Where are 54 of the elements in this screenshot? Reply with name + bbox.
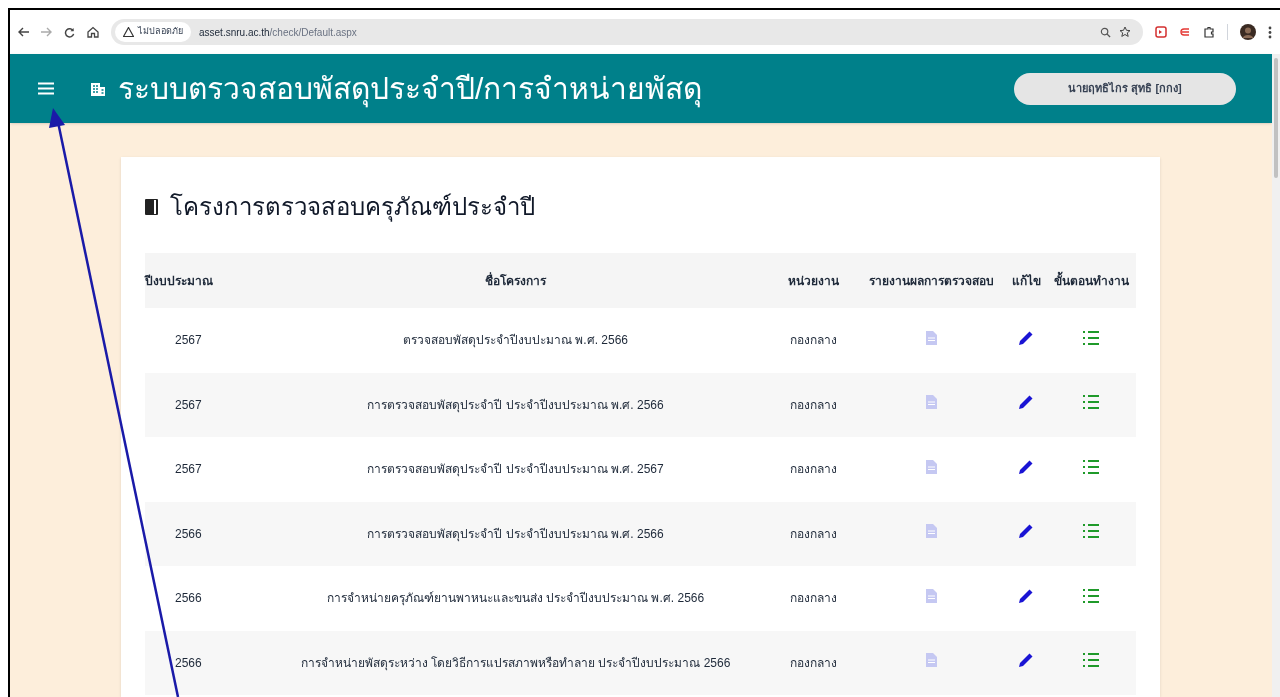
department-cell: กองกลาง [790,591,837,606]
project-name-cell: การตรวจสอบพัสดุประจำปี ประจำปีงบประมาณ พ.ศ. 2567 [367,462,664,477]
address-bar[interactable]: ไม่ปลอดภัย asset.snru.ac.th/check/Default.aspx [111,19,1143,45]
pencil-icon[interactable] [1017,651,1035,670]
year-cell: 2567 [175,397,202,412]
department-cell: กองกลาง [790,655,837,670]
year-cell: 2566 [175,526,202,541]
project-name-cell: การจำหน่ายครุภัณฑ์ยานพาหนะและขนส่ง ประจำปีงบประมาณ พ.ศ. 2566 [326,591,705,606]
star-icon[interactable] [1119,26,1131,38]
card-title: โครงการตรวจสอบครุภัณฑ์ประจำปี [170,192,535,224]
year-cell: 2567 [175,462,202,477]
column-header: รายงานผลการตรวจสอบ [868,273,994,288]
app-title: ระบบตรวจสอบพัสดุประจำปี/การจำหน่ายพัสดุ [118,66,703,111]
menu-icon[interactable] [38,82,54,95]
department-cell: กองกลาง [790,462,837,477]
more-icon[interactable] [1268,25,1272,39]
column-header: ปีงบประมาณ [145,273,213,288]
list-icon[interactable] [1082,587,1100,604]
home-icon[interactable] [87,26,99,38]
pencil-icon[interactable] [1017,393,1035,412]
security-label: ไม่ปลอดภัย [138,25,183,39]
back-icon[interactable] [18,27,29,37]
project-name-cell: การตรวจสอบพัสดุประจำปี ประจำปีงบประมาณ พ.ศ. 2566 [367,397,664,412]
list-icon[interactable] [1082,329,1100,346]
zoom-icon[interactable] [1100,26,1111,38]
warning-icon [123,27,134,37]
column-header: ชื่อโครงการ [485,273,546,288]
project-name-cell: ตรวจสอบพัสดุประจำปีงบปะมาณ พ.ศ. 2566 [403,333,628,348]
avatar-icon[interactable] [1240,24,1256,40]
building-icon [90,80,106,97]
scrollbar-thumb[interactable] [1274,58,1278,178]
project-name-cell: การจำหน่ายพัสดุระหว่าง โดยวิธีการแปรสภาพหรือทำลาย ประจำปีงบประมาณ 2566 [300,655,731,670]
project-name-cell: การตรวจสอบพัสดุประจำปี ประจำปีงบประมาณ พ.ศ. 2566 [367,526,664,541]
year-cell: 2566 [175,591,202,606]
list-icon[interactable] [1082,394,1100,411]
book-icon [145,199,158,215]
extension-icon[interactable] [1155,26,1167,38]
column-header: หน่วยงาน [788,273,839,288]
list-icon[interactable] [1082,458,1100,475]
extension-icon[interactable] [1179,26,1191,38]
column-header: ขั้นตอนทำงาน [1053,273,1129,288]
list-icon[interactable] [1082,523,1100,540]
department-cell: กองกลาง [790,526,837,541]
pencil-icon[interactable] [1017,522,1035,541]
year-cell: 2567 [175,333,202,348]
department-cell: กองกลาง [790,397,837,412]
list-icon[interactable] [1082,652,1100,669]
reload-icon[interactable] [64,26,75,38]
department-cell: กองกลาง [790,333,837,348]
column-header: แก้ไข [1011,273,1041,288]
year-cell: 2566 [175,655,202,670]
url-text: asset.snru.ac.th/check/Default.aspx [199,25,357,40]
puzzle-icon[interactable] [1203,26,1215,38]
user-button[interactable]: นายฤทธิไกร สุทธิ [กกง] [1014,72,1236,105]
